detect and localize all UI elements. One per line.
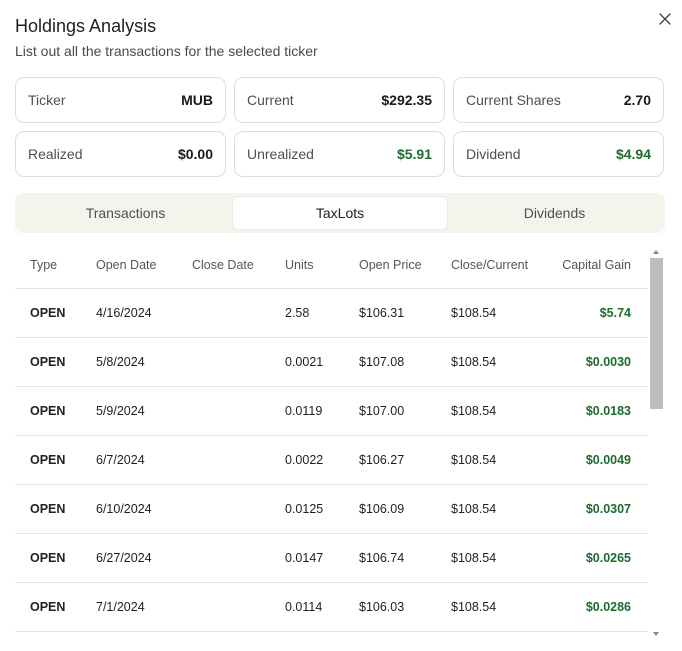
current-shares-value: 2.70 xyxy=(623,92,651,108)
tab-bar: Transactions TaxLots Dividends xyxy=(15,193,665,233)
table-scrollbar[interactable] xyxy=(650,250,663,636)
ticker-value: MUB xyxy=(181,92,213,108)
realized-label: Realized xyxy=(28,146,83,162)
cell-close-current: $108.54 xyxy=(451,551,497,565)
current-value: $292.35 xyxy=(381,92,432,108)
col-units[interactable]: Units xyxy=(285,241,313,288)
cell-type: OPEN xyxy=(30,306,66,320)
cell-open-date: 6/7/2024 xyxy=(96,453,145,467)
current-card: Current $292.35 xyxy=(234,77,445,123)
cell-close-current: $108.54 xyxy=(451,502,497,516)
cell-open-date: 4/16/2024 xyxy=(96,306,152,320)
current-label: Current xyxy=(247,92,294,108)
cell-type: OPEN xyxy=(30,551,66,565)
current-shares-label: Current Shares xyxy=(466,92,561,108)
dividend-card: Dividend $4.94 xyxy=(453,131,664,177)
table-row[interactable]: OPEN 6/27/2024 0.0147 $106.74 $108.54 $0… xyxy=(15,534,648,583)
cell-close-current: $108.54 xyxy=(451,453,497,467)
unrealized-card: Unrealized $5.91 xyxy=(234,131,445,177)
cell-open-price: $106.31 xyxy=(359,306,405,320)
table-row[interactable]: OPEN 4/16/2024 2.58 $106.31 $108.54 $5.7… xyxy=(15,289,648,338)
cell-type: OPEN xyxy=(30,355,66,369)
cell-open-price: $107.00 xyxy=(359,404,405,418)
cell-capital-gain: $5.74 xyxy=(599,306,631,320)
scroll-down-arrow-icon[interactable] xyxy=(653,632,659,636)
scroll-thumb[interactable] xyxy=(650,258,663,409)
realized-card: Realized $0.00 xyxy=(15,131,226,177)
close-button[interactable] xyxy=(654,8,676,30)
col-close-date[interactable]: Close Date xyxy=(192,241,254,288)
cell-open-date: 6/27/2024 xyxy=(96,551,152,565)
cell-open-date: 5/9/2024 xyxy=(96,404,145,418)
cell-capital-gain: $0.0030 xyxy=(585,355,631,369)
cell-open-price: $106.74 xyxy=(359,551,405,565)
taxlots-table: Type Open Date Close Date Units Open Pri… xyxy=(15,241,648,637)
tab-transactions[interactable]: Transactions xyxy=(19,197,232,229)
cell-close-current: $108.54 xyxy=(451,306,497,320)
dialog-subtitle: List out all the transactions for the se… xyxy=(15,43,318,59)
cell-units: 0.0147 xyxy=(285,551,324,565)
cell-open-date: 7/1/2024 xyxy=(96,600,145,614)
table-row[interactable]: OPEN 6/10/2024 0.0125 $106.09 $108.54 $0… xyxy=(15,485,648,534)
cell-open-price: $106.03 xyxy=(359,600,405,614)
table-header: Type Open Date Close Date Units Open Pri… xyxy=(15,241,648,289)
unrealized-label: Unrealized xyxy=(247,146,314,162)
tab-taxlots[interactable]: TaxLots xyxy=(233,197,447,229)
cell-close-current: $108.54 xyxy=(451,600,497,614)
cell-type: OPEN xyxy=(30,600,66,614)
cell-type: OPEN xyxy=(30,502,66,516)
cell-capital-gain: $0.0286 xyxy=(585,600,631,614)
cell-open-price: $107.08 xyxy=(359,355,405,369)
table-row[interactable]: OPEN 5/8/2024 0.0021 $107.08 $108.54 $0.… xyxy=(15,338,648,387)
holdings-analysis-dialog: Holdings Analysis List out all the trans… xyxy=(0,0,682,651)
cell-close-current: $108.54 xyxy=(451,355,497,369)
current-shares-card: Current Shares 2.70 xyxy=(453,77,664,123)
dividend-label: Dividend xyxy=(466,146,521,162)
cell-units: 0.0022 xyxy=(285,453,324,467)
col-open-date[interactable]: Open Date xyxy=(96,241,156,288)
ticker-card: Ticker MUB xyxy=(15,77,226,123)
scroll-up-arrow-icon[interactable] xyxy=(653,250,659,254)
cell-capital-gain: $0.0183 xyxy=(585,404,631,418)
cell-units: 0.0114 xyxy=(285,600,323,614)
cell-units: 2.58 xyxy=(285,306,310,320)
cell-type: OPEN xyxy=(30,404,66,418)
table-row[interactable]: OPEN 7/1/2024 0.0114 $106.03 $108.54 $0.… xyxy=(15,583,648,632)
cell-capital-gain: $0.0049 xyxy=(585,453,631,467)
col-open-price[interactable]: Open Price xyxy=(359,241,422,288)
table-row[interactable]: OPEN 6/7/2024 0.0022 $106.27 $108.54 $0.… xyxy=(15,436,648,485)
tab-dividends[interactable]: Dividends xyxy=(448,197,661,229)
cell-units: 0.0119 xyxy=(285,404,323,418)
close-icon xyxy=(659,13,671,25)
cell-capital-gain: $0.0307 xyxy=(585,502,631,516)
cell-open-price: $106.27 xyxy=(359,453,405,467)
cell-capital-gain: $0.0265 xyxy=(585,551,631,565)
unrealized-value: $5.91 xyxy=(396,146,432,162)
col-capital-gain[interactable]: Capital Gain xyxy=(562,241,631,288)
ticker-label: Ticker xyxy=(28,92,66,108)
cell-open-date: 5/8/2024 xyxy=(96,355,145,369)
realized-value: $0.00 xyxy=(177,146,213,162)
cell-close-current: $108.54 xyxy=(451,404,497,418)
col-close-current[interactable]: Close/Current xyxy=(451,241,528,288)
cell-open-price: $106.09 xyxy=(359,502,405,516)
table-row[interactable]: OPEN 5/9/2024 0.0119 $107.00 $108.54 $0.… xyxy=(15,387,648,436)
dialog-title: Holdings Analysis xyxy=(15,16,157,36)
cell-units: 0.0125 xyxy=(285,502,324,516)
cell-type: OPEN xyxy=(30,453,66,467)
dividend-value: $4.94 xyxy=(615,146,651,162)
cell-units: 0.0021 xyxy=(285,355,324,369)
col-type[interactable]: Type xyxy=(30,241,57,288)
cell-open-date: 6/10/2024 xyxy=(96,502,152,516)
